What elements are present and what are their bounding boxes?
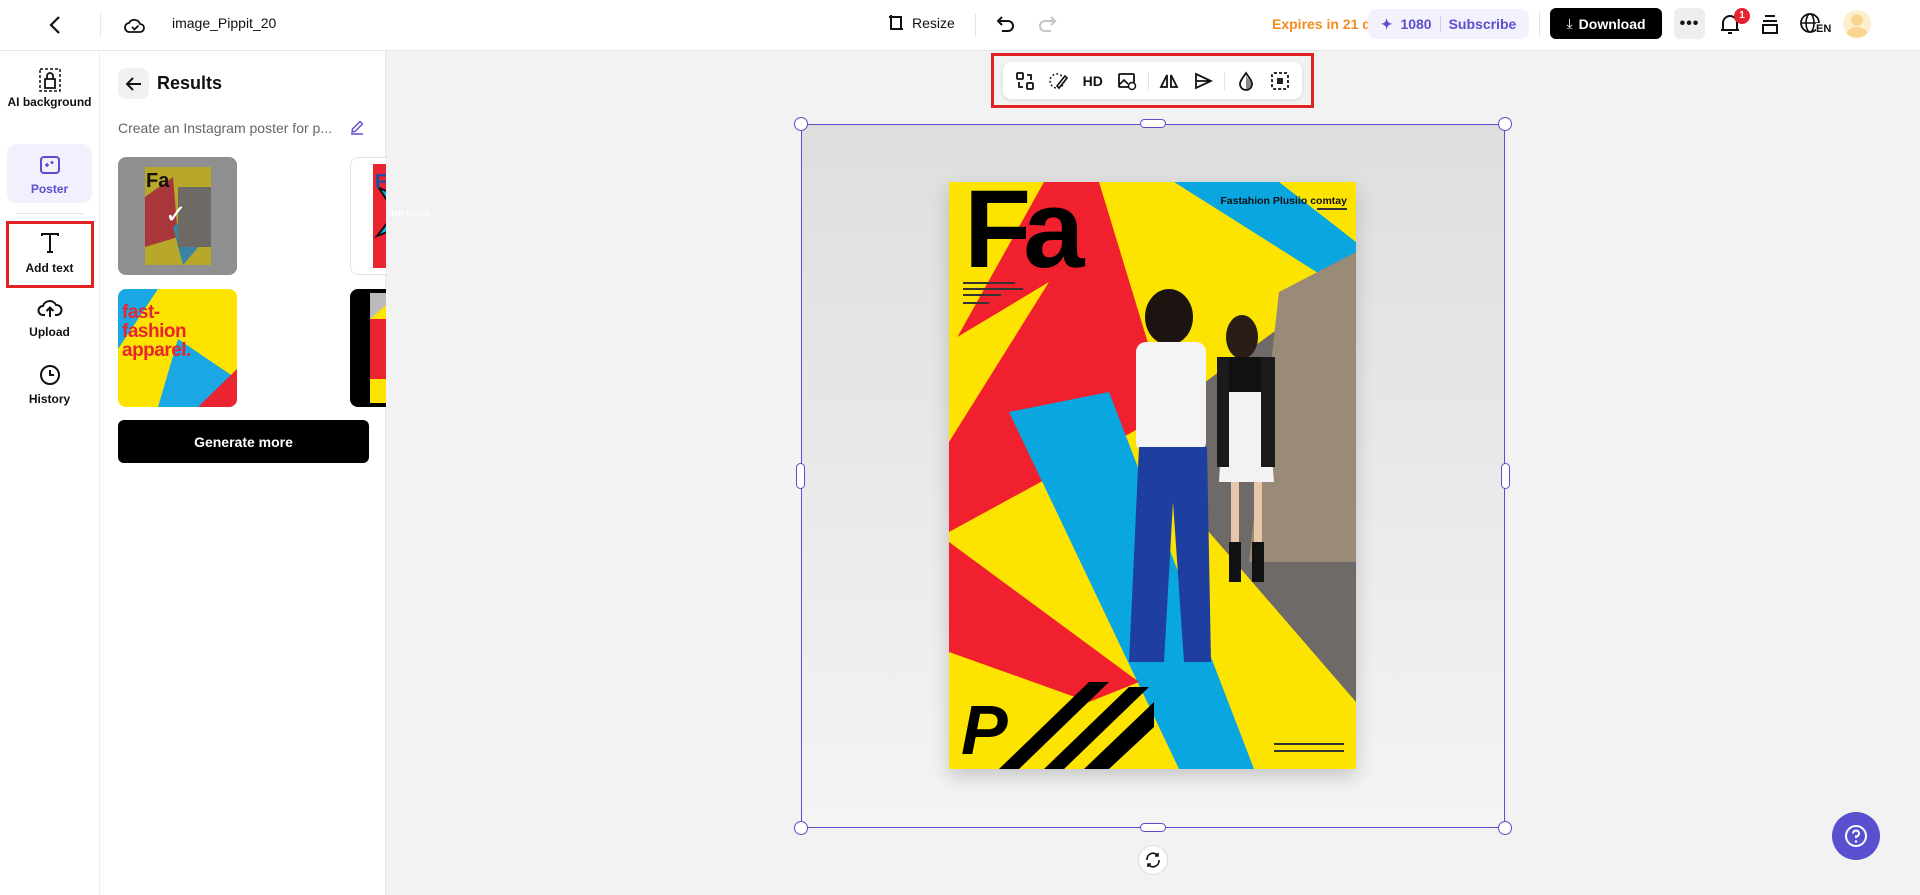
rotate-button[interactable]	[1138, 845, 1168, 875]
resize-button[interactable]: Resize	[886, 12, 955, 34]
tool-rail: AI background Poster Add text Upload His…	[0, 51, 100, 895]
top-bar: image_Pippit_20 Resize Expires in 21 day…	[0, 0, 1920, 51]
replace-button[interactable]	[1009, 64, 1041, 98]
credits-pill[interactable]: ✦ 1080 Subscribe	[1368, 9, 1529, 39]
divider	[1439, 16, 1441, 32]
avatar[interactable]	[1843, 10, 1871, 38]
divider	[16, 213, 84, 214]
opacity-button[interactable]	[1230, 64, 1262, 98]
image-refresh-icon	[1117, 71, 1137, 91]
question-icon	[1844, 824, 1868, 848]
resize-label: Resize	[912, 15, 955, 31]
download-label: Download	[1578, 15, 1646, 32]
selected-check-icon: ✓	[165, 199, 187, 229]
thumb-text: fast-fashion apparel.	[122, 302, 191, 361]
cloud-saved-icon[interactable]	[123, 13, 147, 37]
magic-eraser-icon	[1049, 71, 1069, 91]
divider	[1147, 71, 1149, 90]
rail-item-add-text[interactable]: Add text	[7, 227, 92, 283]
divider	[975, 14, 976, 36]
upload-cloud-icon	[7, 297, 92, 319]
resize-handle[interactable]	[1498, 117, 1512, 131]
generate-more-button[interactable]: Generate more	[118, 420, 369, 463]
back-chevron-icon[interactable]	[46, 14, 66, 36]
rail-item-poster[interactable]: Poster	[7, 144, 92, 203]
divider	[100, 12, 101, 38]
ai-background-icon	[7, 67, 92, 93]
subscribe-link[interactable]: Subscribe	[1449, 16, 1517, 32]
poster-icon	[7, 154, 92, 176]
notification-badge: 1	[1734, 8, 1750, 24]
resize-handle[interactable]	[1501, 463, 1510, 489]
image-regenerate-button[interactable]	[1111, 64, 1143, 98]
sparkle-icon: ✦	[1380, 15, 1393, 32]
rail-item-upload[interactable]: Upload	[7, 297, 92, 353]
rail-label: Upload	[29, 325, 70, 339]
flip-vertical-icon	[1193, 71, 1214, 91]
redo-icon[interactable]	[1036, 13, 1058, 35]
language-code: EN	[1816, 23, 1832, 35]
results-panel: Results Create an Instagram poster for p…	[100, 51, 469, 895]
image-toolbar: HD	[1003, 62, 1302, 99]
edit-pencil-icon[interactable]	[349, 119, 365, 135]
result-thumbnail[interactable]: Fa ✓	[118, 157, 237, 275]
help-button[interactable]	[1832, 812, 1880, 860]
result-thumbnail[interactable]: fast-fashion apparel.	[118, 289, 237, 407]
resize-handle[interactable]	[794, 821, 808, 835]
resize-handle[interactable]	[1140, 119, 1166, 128]
droplet-icon	[1236, 70, 1256, 91]
language-button[interactable]: EN	[1798, 11, 1832, 35]
flip-horizontal-button[interactable]	[1154, 64, 1186, 98]
flip-horizontal-icon	[1159, 71, 1179, 91]
rotate-icon	[1144, 851, 1162, 869]
credits-count: 1080	[1400, 16, 1432, 32]
thumb-text: Fa	[146, 170, 170, 192]
select-crop-icon	[1270, 71, 1290, 91]
rail-label: Add text	[25, 261, 74, 275]
panel-title: Results	[157, 73, 223, 93]
selection-box[interactable]	[801, 124, 1505, 828]
layers-icon[interactable]	[1759, 13, 1781, 37]
more-options-button[interactable]: •••	[1674, 8, 1705, 39]
resize-handle[interactable]	[1140, 823, 1166, 832]
filename[interactable]: image_Pippit_20	[172, 15, 278, 31]
resize-handle[interactable]	[796, 463, 805, 489]
divider	[1539, 12, 1540, 36]
undo-icon[interactable]	[995, 13, 1017, 35]
flip-vertical-button[interactable]	[1187, 64, 1219, 98]
rail-label: Poster	[30, 182, 69, 196]
resize-icon	[886, 12, 906, 34]
swap-icon	[1015, 71, 1035, 91]
thumb-text: Jeff Koons	[389, 209, 431, 218]
text-icon	[7, 231, 92, 255]
prompt-text: Create an Instagram poster for p...	[118, 120, 332, 136]
clock-icon	[7, 364, 92, 386]
divider	[1224, 71, 1226, 90]
arrow-left-icon	[125, 75, 143, 93]
download-icon: ⤓	[1566, 15, 1573, 31]
resize-handle[interactable]	[794, 117, 808, 131]
hd-upscale-button[interactable]: HD	[1077, 64, 1109, 98]
results-back-button[interactable]	[118, 68, 149, 99]
crop-button[interactable]	[1264, 64, 1296, 98]
rail-label: AI background	[7, 95, 92, 109]
magic-edit-button[interactable]	[1043, 64, 1075, 98]
rail-label: History	[28, 392, 71, 406]
rail-item-history[interactable]: History	[7, 364, 92, 420]
download-button[interactable]: ⤓ Download	[1550, 8, 1662, 39]
resize-handle[interactable]	[1498, 821, 1512, 835]
rail-item-ai-background[interactable]: AI background	[7, 67, 92, 127]
